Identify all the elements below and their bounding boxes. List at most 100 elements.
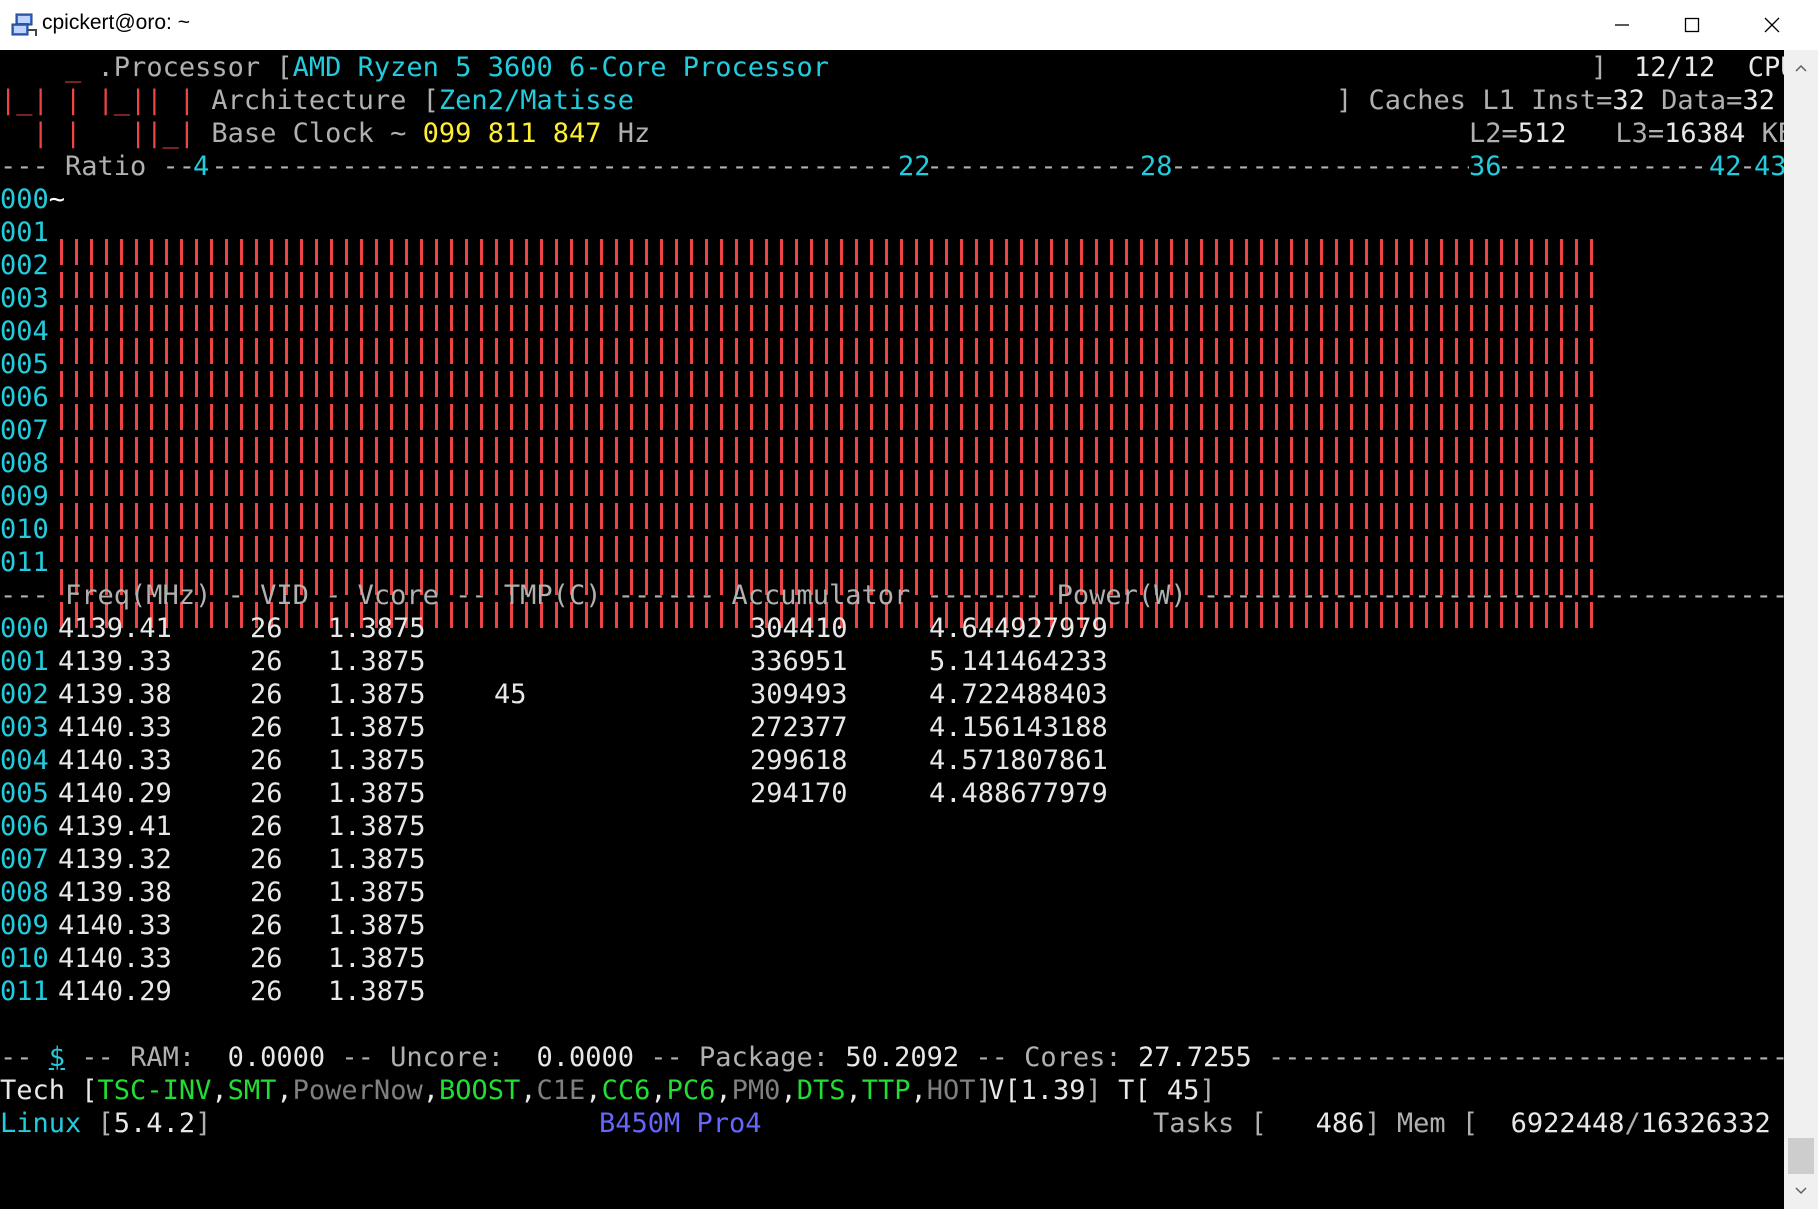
voltage-value: 1.39 [1020, 1075, 1086, 1106]
vid-value: 26 [250, 712, 283, 743]
tech-flag: SMT [227, 1075, 277, 1106]
frequency-bars [60, 239, 1593, 628]
ratio-tick-4: 4 [193, 150, 210, 183]
core-id: 004 [0, 745, 49, 776]
core-bar-row [60, 272, 1593, 298]
tech-line: Tech [TSC-INV,SMT,PowerNow,BOOST,C1E,CC6… [0, 1075, 992, 1106]
core-bar-row [60, 503, 1593, 529]
close-icon [1764, 17, 1780, 33]
maximize-icon [1684, 17, 1700, 33]
bar-core-id: 005 [0, 349, 49, 380]
power-value: 4.156143188 [929, 712, 1108, 743]
frequency-value: 4140.29 [58, 778, 172, 809]
vid-value: 26 [250, 613, 283, 644]
core-id: 003 [0, 712, 49, 743]
base-clock-label: Base Clock ~ [211, 118, 423, 149]
title-bar: cpickert@oro: ~ [0, 0, 1818, 51]
frequency-value: 4139.38 [58, 877, 172, 908]
window-title: cpickert@oro: ~ [42, 11, 190, 34]
frequency-value: 4139.33 [58, 646, 172, 677]
arch-label: Architecture [ [211, 85, 439, 116]
maximize-button[interactable] [1657, 0, 1727, 50]
tech-flag: PM0 [731, 1075, 781, 1106]
core-bar-row [60, 239, 1593, 265]
bar-core-id: 004 [0, 316, 49, 347]
l2-label: L2= [1469, 118, 1518, 149]
processor-close: ] [1591, 52, 1608, 83]
core-id: 010 [0, 943, 49, 974]
vid-value: 26 [250, 745, 283, 776]
scroll-down-button[interactable] [1791, 1181, 1811, 1201]
bar-core-id: 003 [0, 283, 49, 314]
core-bar-row [60, 437, 1593, 463]
processor-label: .Processor [ [97, 52, 293, 83]
vid-value: 26 [250, 646, 283, 677]
accumulator-value: 336951 [750, 646, 848, 677]
uncore-power: 0.0000 [503, 1042, 634, 1073]
vcore-value: 1.3875 [328, 811, 426, 842]
ratio-ruler-dashes: ----------------------------------------… [0, 151, 1784, 182]
frequency-value: 4140.33 [58, 943, 172, 974]
l2-value: 512 [1517, 118, 1567, 149]
vcore-value: 1.3875 [328, 778, 426, 809]
kernel-version: 5.4.2 [113, 1108, 196, 1139]
l1-inst-value: 32 [1612, 85, 1645, 116]
l3-label: L3= [1615, 118, 1665, 149]
chevron-up-icon [1795, 64, 1807, 72]
processor-value: AMD Ryzen 5 3600 6-Core Processor [292, 52, 830, 83]
frequency-value: 4140.33 [58, 712, 172, 743]
vertical-scrollbar[interactable] [1784, 50, 1818, 1209]
power-value: 4.571807861 [929, 745, 1108, 776]
arch-value: Zen2/Matisse [438, 85, 634, 116]
core-id: 007 [0, 844, 49, 875]
cpu-count: 12/12 [1634, 52, 1716, 83]
ratio-tick-42: 42 [1709, 150, 1742, 183]
frequency-value: 4140.33 [58, 910, 172, 941]
vid-value: 26 [250, 679, 283, 710]
dollar-toggle[interactable]: $ [49, 1042, 65, 1073]
accumulator-value: 304410 [750, 613, 848, 644]
tasks-count: 486 [1266, 1108, 1365, 1139]
accumulator-value: 299618 [750, 745, 848, 776]
terminal-area[interactable]: _ .Processor [AMD Ryzen 5 3600 6-Core Pr… [0, 50, 1784, 1209]
power-value: 4.644927979 [929, 613, 1108, 644]
frequency-value: 4140.29 [58, 976, 172, 1007]
power-value: 5.141464233 [929, 646, 1108, 677]
tech-flag: HOT [926, 1075, 976, 1106]
bar-core-id: 002 [0, 250, 49, 281]
vid-value: 26 [250, 976, 283, 1007]
frequency-value: 4139.41 [58, 811, 172, 842]
table-header: --- Freq(MHz) - VID - Vcore -- TMP(C) --… [0, 580, 1784, 611]
frequency-value: 4139.38 [58, 679, 172, 710]
ram-power: 0.0000 [195, 1042, 326, 1073]
core-id: 002 [0, 679, 49, 710]
ratio-tick-43: 43 [1754, 150, 1784, 183]
accumulator-value: 309493 [750, 679, 848, 710]
core-id: 011 [0, 976, 49, 1007]
core-id: 005 [0, 778, 49, 809]
core-id: 001 [0, 646, 49, 677]
tasks-mem: Tasks [ 486] Mem [ 6922448/16326332 KB] [1153, 1108, 1771, 1139]
chevron-down-icon [1795, 1187, 1807, 1195]
package-power: 50.2092 [829, 1042, 960, 1073]
cpu-unit: CPU [1747, 52, 1784, 83]
tech-flag: PC6 [666, 1075, 716, 1106]
scroll-up-button[interactable] [1791, 58, 1811, 78]
close-button[interactable] [1737, 0, 1807, 50]
vcore-value: 1.3875 [328, 745, 426, 776]
cores-power: 27.7255 [1121, 1042, 1252, 1073]
base-clock-value: 099 811 847 [422, 118, 602, 149]
scroll-thumb[interactable] [1788, 1138, 1814, 1174]
core-bar-row [60, 371, 1593, 397]
processor-line: _ .Processor [AMD Ryzen 5 3600 6-Core Pr… [0, 51, 829, 84]
vt-readout: V[1.39] T[ 45] [988, 1075, 1216, 1106]
current-core-marker: ~ [48, 184, 66, 215]
vcore-value: 1.3875 [328, 712, 426, 743]
caches-label: Caches L1 Inst= [1368, 85, 1613, 116]
minimize-button[interactable] [1587, 0, 1657, 50]
vcore-value: 1.3875 [328, 910, 426, 941]
core-id: 008 [0, 877, 49, 908]
ratio-label: --- Ratio --- [0, 150, 212, 183]
vcore-value: 1.3875 [328, 976, 426, 1007]
vcore-value: 1.3875 [328, 844, 426, 875]
